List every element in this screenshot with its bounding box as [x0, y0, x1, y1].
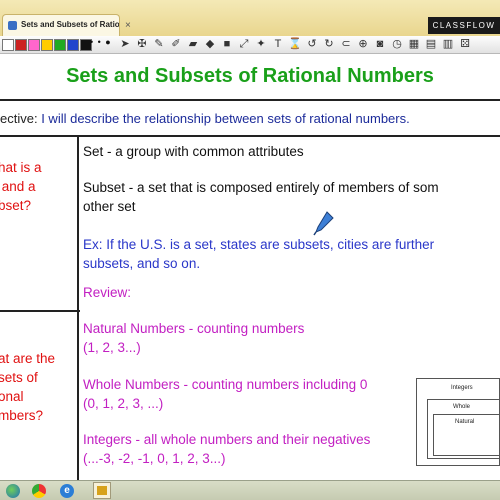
divider-objective — [0, 135, 500, 137]
natural-numbers-line2: (1, 2, 3...) — [83, 340, 141, 355]
pen-cursor-icon — [313, 211, 334, 236]
zoom-icon[interactable]: ⊕ — [356, 37, 370, 52]
color-swatch[interactable] — [2, 39, 14, 51]
start-button-icon[interactable] — [6, 484, 20, 498]
tools-icon[interactable]: ✠ — [135, 37, 149, 52]
set-definition: Set - a group with common attributes — [83, 144, 304, 159]
redo-icon[interactable]: ↻ — [322, 37, 336, 52]
example-line1: Ex: If the U.S. is a set, states are sub… — [83, 237, 435, 252]
close-tab-icon[interactable]: × — [125, 20, 131, 31]
diagram-natural-label: Natural — [455, 419, 475, 425]
pen-icon[interactable]: ✎ — [152, 37, 166, 52]
eraser-icon[interactable]: ▰ — [186, 37, 200, 52]
objective-label: ective: — [0, 111, 38, 126]
activinspire-taskbar-icon[interactable] — [93, 482, 111, 499]
calculator-icon[interactable]: ▤ — [424, 37, 438, 52]
marker-icon[interactable]: ✐ — [169, 37, 183, 52]
integers-line2: (...-3, -2, -1, 0, 1, 2, 3...) — [83, 451, 226, 466]
toolbar: • • ● ➤ ✠ ✎ ✐ ▰ ◆ ■ ⤢ ✦ T ⌛ ↺ ↻ ⊂ ⊕ ◙ ◷ ▦ ▤ ▥ ⚄ — [0, 36, 500, 54]
objective-line: ective: I will describe the relationship… — [0, 111, 500, 126]
dice-icon[interactable]: ⚄ — [458, 37, 472, 52]
color-swatch[interactable] — [41, 39, 53, 51]
chrome-icon[interactable] — [32, 484, 46, 498]
taskbar: e — [0, 480, 500, 500]
question-rational-sets: at are the sets of onal mbers? — [0, 351, 56, 423]
diagram-integers-label: Integers — [451, 385, 473, 391]
flipchart-page: Sets and Subsets of Rational Numbers ect… — [0, 54, 500, 480]
document-tab[interactable]: Sets and Subsets of Ratio* — [2, 14, 120, 36]
undo-icon[interactable]: ↺ — [305, 37, 319, 52]
link-icon[interactable]: ⊂ — [339, 37, 353, 52]
divider-left — [0, 310, 80, 312]
natural-numbers-line1: Natural Numbers - counting numbers — [83, 321, 305, 336]
number-sets-diagram: Integers Whole Natural — [416, 378, 500, 466]
keyboard-icon[interactable]: ▥ — [441, 37, 455, 52]
camera-icon[interactable]: ◙ — [373, 37, 387, 52]
column-divider — [77, 137, 79, 480]
document-tab-label: Sets and Subsets of Ratio* — [21, 20, 120, 29]
text-icon[interactable]: T — [271, 37, 285, 52]
integers-line1: Integers - all whole numbers and their n… — [83, 432, 371, 447]
magic-icon[interactable]: ✦ — [254, 37, 268, 52]
divider-top — [0, 99, 500, 101]
diagram-whole-label: Whole — [453, 404, 471, 410]
grid-icon[interactable]: ▦ — [407, 37, 421, 52]
color-swatch[interactable] — [15, 39, 27, 51]
tool-buttons: ➤ ✠ ✎ ✐ ▰ ◆ ■ ⤢ ✦ T ⌛ ↺ ↻ ⊂ ⊕ ◙ ◷ ▦ ▤ ▥ ⚄ — [118, 37, 472, 52]
color-swatch[interactable] — [67, 39, 79, 51]
connector-icon[interactable]: ⤢ — [237, 37, 251, 52]
title-bar: Sets and Subsets of Ratio* × CLASSFLOW — [0, 0, 500, 36]
pen-size-selector[interactable]: • • ● — [90, 37, 112, 47]
subset-definition-line2: other set — [83, 199, 136, 214]
subset-definition-line1: Subset - a set that is composed entirely… — [83, 180, 439, 195]
clock-icon[interactable]: ◷ — [390, 37, 404, 52]
objective-text: I will describe the relationship between… — [41, 111, 410, 126]
fill-icon[interactable]: ◆ — [203, 37, 217, 52]
pointer-icon[interactable]: ➤ — [118, 37, 132, 52]
review-label: Review: — [83, 285, 132, 300]
page-title: Sets and Subsets of Rational Numbers — [66, 65, 434, 87]
shape-icon[interactable]: ■ — [220, 37, 234, 52]
example-line2: subsets, and so on. — [83, 256, 201, 271]
color-palette — [2, 39, 92, 51]
question-set-subset: hat is a and a bset? — [0, 160, 42, 213]
color-swatch[interactable] — [28, 39, 40, 51]
classflow-logo: CLASSFLOW — [428, 17, 500, 34]
document-icon — [8, 21, 17, 30]
internet-explorer-icon[interactable]: e — [60, 484, 74, 498]
hourglass-icon[interactable]: ⌛ — [288, 37, 302, 52]
color-swatch[interactable] — [54, 39, 66, 51]
